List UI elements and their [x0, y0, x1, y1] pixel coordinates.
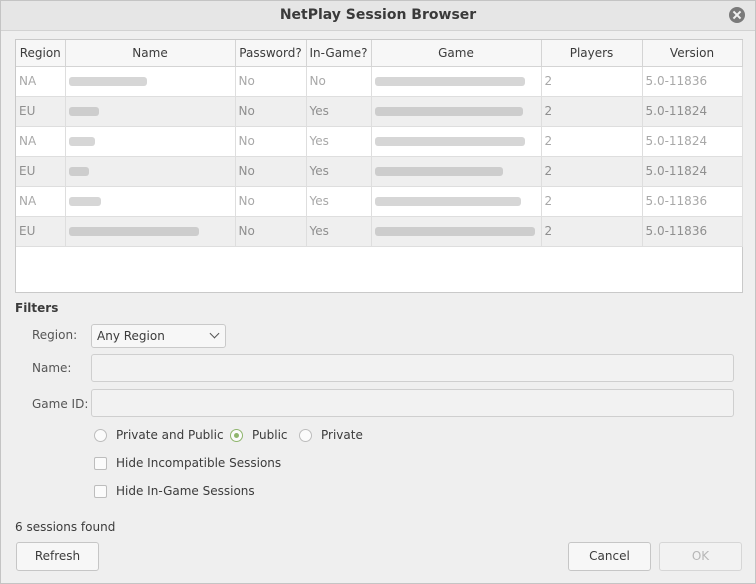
- cell-region: EU: [16, 96, 66, 127]
- cell-region: NA: [16, 126, 66, 157]
- table-row[interactable]: NA No Yes 2 5.0-11836: [16, 186, 743, 217]
- cell-region: EU: [16, 156, 66, 187]
- netplay-session-browser-window: NetPlay Session Browser Region Name Pass…: [0, 0, 756, 584]
- ok-button[interactable]: OK: [659, 542, 742, 571]
- cell-in-game: Yes: [306, 96, 372, 127]
- column-header-region[interactable]: Region: [16, 40, 66, 67]
- table-row[interactable]: NA No Yes 2 5.0-11824: [16, 126, 743, 157]
- cell-password: No: [235, 96, 307, 127]
- hide-in-game-checkbox[interactable]: [94, 485, 107, 498]
- cell-players: 2: [541, 156, 643, 187]
- chevron-down-icon: [209, 328, 220, 339]
- radio-private-and-public[interactable]: [94, 429, 107, 442]
- cell-password: No: [235, 126, 307, 157]
- cell-region: NA: [16, 66, 66, 97]
- column-header-players[interactable]: Players: [541, 40, 643, 67]
- cell-version: 5.0-11824: [642, 156, 743, 187]
- region-dropdown[interactable]: Any Region: [91, 324, 226, 348]
- cell-name-redacted: [65, 156, 236, 187]
- cell-players: 2: [541, 216, 643, 247]
- cell-game-redacted: [371, 186, 542, 217]
- cell-version: 5.0-11836: [642, 216, 743, 247]
- game-id-field[interactable]: [91, 389, 734, 417]
- cell-in-game: Yes: [306, 126, 372, 157]
- column-header-in-game[interactable]: In-Game?: [306, 40, 372, 67]
- radio-private-label[interactable]: Private: [321, 428, 363, 442]
- column-header-name[interactable]: Name: [65, 40, 236, 67]
- hide-incompatible-label[interactable]: Hide Incompatible Sessions: [116, 456, 281, 470]
- cell-name-redacted: [65, 126, 236, 157]
- radio-public[interactable]: [230, 429, 243, 442]
- cell-in-game: Yes: [306, 216, 372, 247]
- refresh-button[interactable]: Refresh: [16, 542, 99, 571]
- filters-heading: Filters: [15, 301, 59, 315]
- cell-players: 2: [541, 186, 643, 217]
- game-id-label: Game ID:: [32, 397, 89, 411]
- cell-game-redacted: [371, 66, 542, 97]
- cell-version: 5.0-11836: [642, 66, 743, 97]
- cell-password: No: [235, 156, 307, 187]
- title-bar: NetPlay Session Browser: [1, 1, 755, 31]
- table-header-row: Region Name Password? In-Game? Game Play…: [16, 40, 743, 67]
- cell-region: EU: [16, 216, 66, 247]
- table-row[interactable]: EU No Yes 2 5.0-11824: [16, 156, 743, 187]
- cell-version: 5.0-11824: [642, 126, 743, 157]
- radio-private-and-public-label[interactable]: Private and Public: [116, 428, 224, 442]
- radio-public-label[interactable]: Public: [252, 428, 288, 442]
- cell-password: No: [235, 186, 307, 217]
- cell-name-redacted: [65, 216, 236, 247]
- region-label: Region:: [32, 328, 78, 342]
- name-label: Name:: [32, 361, 72, 375]
- column-header-game[interactable]: Game: [371, 40, 542, 67]
- close-icon[interactable]: [729, 7, 745, 23]
- cell-game-redacted: [371, 96, 542, 127]
- sessions-table[interactable]: Region Name Password? In-Game? Game Play…: [15, 39, 743, 293]
- cell-region: NA: [16, 186, 66, 217]
- cell-version: 5.0-11824: [642, 96, 743, 127]
- cell-password: No: [235, 66, 307, 97]
- cell-players: 2: [541, 96, 643, 127]
- sessions-found-status: 6 sessions found: [15, 520, 116, 534]
- table-row[interactable]: NA No No 2 5.0-11836: [16, 66, 743, 97]
- cell-players: 2: [541, 66, 643, 97]
- cell-in-game: Yes: [306, 156, 372, 187]
- region-dropdown-value: Any Region: [97, 329, 165, 343]
- cell-name-redacted: [65, 96, 236, 127]
- hide-in-game-label[interactable]: Hide In-Game Sessions: [116, 484, 255, 498]
- table-row[interactable]: EU No Yes 2 5.0-11824: [16, 96, 743, 127]
- cell-in-game: Yes: [306, 186, 372, 217]
- column-header-password[interactable]: Password?: [235, 40, 307, 67]
- window-title: NetPlay Session Browser: [279, 7, 477, 23]
- cell-version: 5.0-11836: [642, 186, 743, 217]
- table-row[interactable]: EU No Yes 2 5.0-11836: [16, 216, 743, 247]
- name-field[interactable]: [91, 354, 734, 382]
- cell-name-redacted: [65, 186, 236, 217]
- cell-game-redacted: [371, 126, 542, 157]
- cell-password: No: [235, 216, 307, 247]
- cell-players: 2: [541, 126, 643, 157]
- cell-game-redacted: [371, 156, 542, 187]
- cell-game-redacted: [371, 216, 542, 247]
- cancel-button[interactable]: Cancel: [568, 542, 651, 571]
- cell-name-redacted: [65, 66, 236, 97]
- radio-private[interactable]: [299, 429, 312, 442]
- column-header-version[interactable]: Version: [642, 40, 743, 67]
- cell-in-game: No: [306, 66, 372, 97]
- hide-incompatible-checkbox[interactable]: [94, 457, 107, 470]
